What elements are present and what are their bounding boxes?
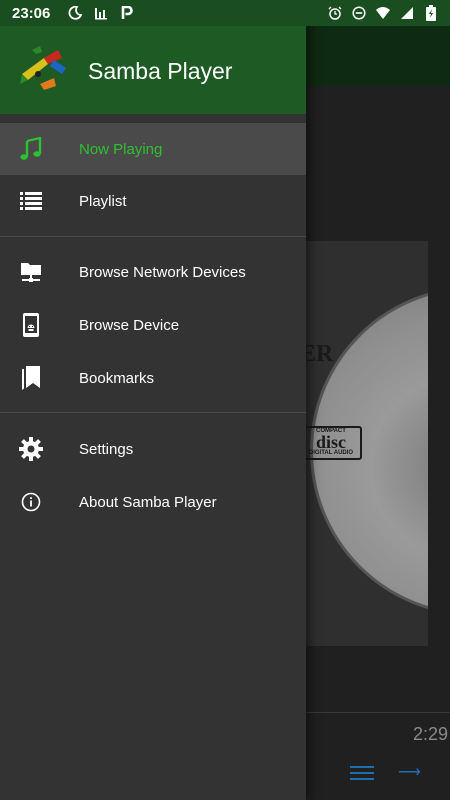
drawer-item-label: Bookmarks [79,369,155,387]
drawer-item-now-playing[interactable]: Now Playing [0,123,306,175]
moon-icon [68,6,83,20]
chart-icon [94,6,108,20]
drawer-item-browse-network[interactable]: Browse Network Devices [0,246,306,298]
seek-bar [306,712,450,713]
dnd-icon [352,6,366,20]
drawer-header: Samba Player [0,26,306,114]
drawer-item-bookmarks[interactable]: Bookmarks [0,352,306,404]
signal-icon [400,6,414,20]
info-icon [18,489,44,515]
gear-icon [18,436,44,462]
phone-android-icon [18,312,44,338]
drawer-item-label: Browse Network Devices [79,263,246,281]
queue-icon [350,766,374,780]
parking-icon [120,6,134,20]
bookmarks-icon [18,365,44,391]
next-arrow-icon: ⟶ [398,764,421,781]
alarm-icon [328,6,342,20]
status-time: 23:06 [12,4,51,22]
disc-logo-main: disc [315,432,346,452]
compact-disc-logo: COMPACT disc DIGITAL AUDIO [300,426,362,460]
network-folder-icon [18,259,44,285]
disc-logo-bottom: DIGITAL AUDIO [308,450,354,456]
drawer-item-label: Now Playing [79,140,163,158]
drawer-item-settings[interactable]: Settings [0,423,306,475]
navigation-drawer: Samba Player Now Playing Playlist Browse… [0,0,306,800]
drawer-item-about[interactable]: About Samba Player [0,476,306,528]
wifi-icon [376,6,390,20]
drawer-item-browse-device[interactable]: Browse Device [0,299,306,351]
drawer-item-label: Settings [79,440,134,458]
status-bar: 23:06 [0,0,450,26]
drawer-item-label: About Samba Player [79,493,217,511]
drawer-divider [0,412,306,413]
app-logo-icon [18,44,72,92]
drawer-item-label: Playlist [79,192,127,210]
list-icon [18,188,44,214]
battery-icon [424,5,438,21]
drawer-divider [0,236,306,237]
drawer-item-label: Browse Device [79,316,180,334]
drawer-item-playlist[interactable]: Playlist [0,175,306,227]
music-note-icon [18,136,44,162]
elapsed-time: 2:29 [412,724,448,744]
app-title: Samba Player [88,58,233,84]
